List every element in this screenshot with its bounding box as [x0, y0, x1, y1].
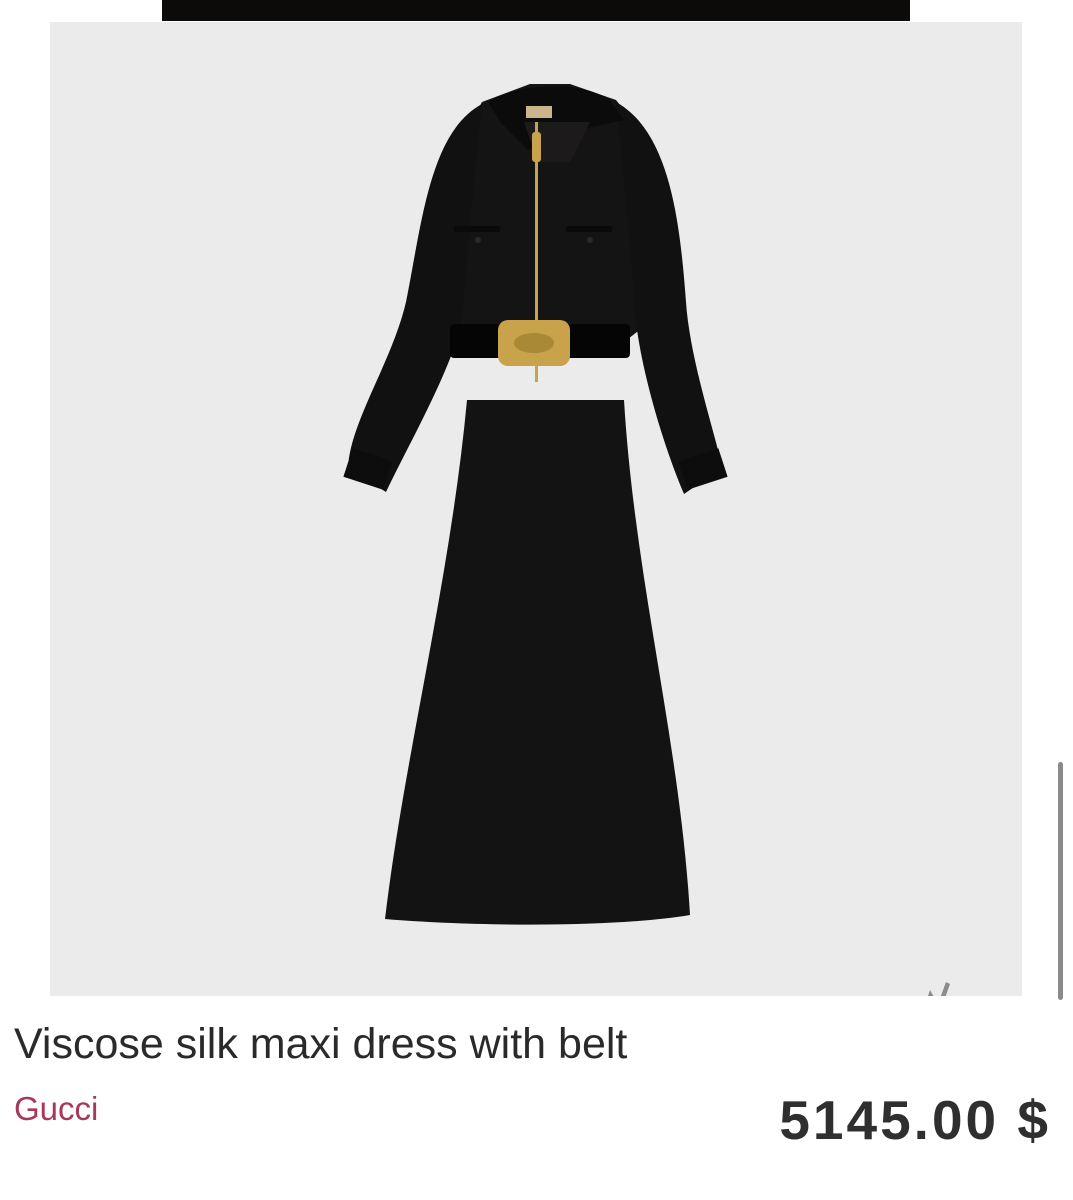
previous-product-image-edge	[162, 0, 910, 21]
lightning-n-icon	[928, 982, 950, 996]
product-image[interactable]	[50, 22, 1022, 996]
product-title: Viscose silk maxi dress with belt	[14, 1020, 628, 1068]
dress-illustration	[343, 84, 728, 925]
product-brand-link[interactable]: Gucci	[14, 1089, 98, 1129]
product-price: 5145.00 $	[779, 1089, 1051, 1151]
scrollbar-thumb[interactable]	[1058, 762, 1063, 1000]
